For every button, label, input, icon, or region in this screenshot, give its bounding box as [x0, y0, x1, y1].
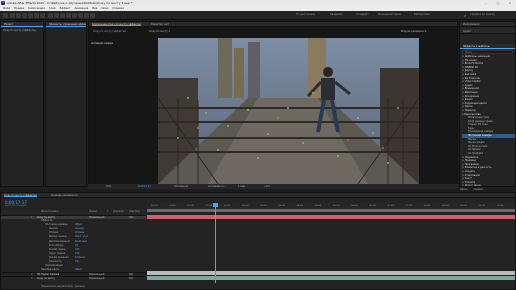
- camera-dropdown[interactable]: Активная ка...: [208, 184, 226, 189]
- info-tab[interactable]: Информация: [460, 22, 515, 27]
- playhead[interactable]: [215, 203, 216, 283]
- tools-toolbar: По умолчанию Сведения Стандарт Маленький…: [0, 11, 516, 20]
- viewer-footer: 50% 0:00:17:17 (Половина) Активная ка...…: [88, 184, 458, 189]
- composition-tabs: Композиция Хожу по мосту (эффекты) Редак…: [89, 22, 457, 27]
- comp-breadcrumb[interactable]: Хожу по мосту (эффекты): [93, 30, 126, 33]
- render-module-label: Модуль рендеринга: [401, 30, 427, 33]
- col-mode[interactable]: Режим: [89, 210, 97, 214]
- effects-presets-panel: Информация Аудио Эффекты и шаблоны Поиск…: [459, 21, 516, 187]
- layer-mode[interactable]: Нормальный: [89, 277, 104, 281]
- work-area-bar[interactable]: [147, 209, 515, 212]
- puppet-tool-icon[interactable]: [90, 13, 95, 18]
- workspace-standard[interactable]: Стандарт: [356, 13, 369, 16]
- views-dropdown[interactable]: 1 вид: [238, 184, 245, 189]
- shape-tool-icon[interactable]: [48, 13, 53, 18]
- camera-tool-icon[interactable]: [34, 13, 39, 18]
- resolution-dropdown[interactable]: (Половина): [174, 184, 188, 189]
- effects-presets-tab[interactable]: Эффекты и шаблоны: [460, 44, 515, 49]
- app-icon: Ae: [1, 1, 5, 5]
- workspace-info[interactable]: Сведения: [330, 13, 343, 16]
- timeline-comp-tab[interactable]: Хожу по мосту (эффекты): [4, 193, 37, 197]
- active-camera-label: Активная камера: [91, 42, 113, 45]
- clone-tool-icon[interactable]: [72, 13, 77, 18]
- pen-tool-icon[interactable]: [54, 13, 59, 18]
- zoom-tool-icon[interactable]: [22, 13, 27, 18]
- hand-tool-icon[interactable]: [16, 13, 21, 18]
- layer-1-bar[interactable]: [147, 215, 515, 219]
- playhead-handle[interactable]: [213, 203, 218, 207]
- audio-tab[interactable]: Аудио: [460, 29, 515, 34]
- type-tool-icon[interactable]: [60, 13, 65, 18]
- effects-search-input[interactable]: Поиск: [462, 50, 513, 54]
- comp-breadcrumb-layer[interactable]: Хожу по мосту 1: [149, 30, 170, 33]
- col-source-name[interactable]: Имя источника: [41, 210, 58, 214]
- pan-behind-tool-icon[interactable]: [40, 13, 45, 18]
- viewer-frame[interactable]: [158, 38, 419, 184]
- col-t[interactable]: T: [107, 210, 108, 214]
- zoom-dropdown[interactable]: 50%: [106, 184, 111, 189]
- col-track-matte[interactable]: Дорожка: [113, 210, 123, 214]
- effect-category[interactable]: > Шум и зерно: [462, 184, 515, 186]
- col-parent[interactable]: Родитель: [129, 210, 140, 214]
- project-panel: Проект Хожу по мосту (эффекты): [0, 21, 44, 187]
- exposure-value[interactable]: +0,0: [264, 184, 270, 189]
- search-help-field[interactable]: Справка по поиску: [470, 13, 495, 16]
- effect-controls-tab[interactable]: Элементы управления эффектами: Хожу по м…: [46, 22, 86, 27]
- home-icon[interactable]: [3, 13, 8, 18]
- eraser-tool-icon[interactable]: [78, 13, 83, 18]
- search-icon[interactable]: ⌕: [464, 13, 466, 18]
- workspace-small-screen[interactable]: Маленький экран: [378, 13, 401, 16]
- workspace-libraries[interactable]: Библиотеки: [414, 13, 430, 16]
- project-item[interactable]: Хожу по мосту (эффекты): [1, 27, 43, 34]
- timeline-panel: Хожу по мосту (эффекты) Очередь рендерин…: [0, 192, 516, 290]
- layer-number: 3: [31, 277, 33, 281]
- brush-tool-icon[interactable]: [66, 13, 71, 18]
- window-title: Adobe After Effects 2020 - D:\Рабочее и …: [7, 1, 133, 5]
- timeline-frame-count: 00473 (29.97 кадр/с): [5, 205, 27, 207]
- rotate-tool-icon[interactable]: [28, 13, 33, 18]
- layer-name[interactable]: Хожу по мосту: [37, 277, 55, 281]
- selection-tool-icon[interactable]: [10, 13, 15, 18]
- layer-list: 1 Хожу по мосту Нормальный Нет Эффекты 3D-тре…: [1, 215, 146, 285]
- viewer-timecode[interactable]: 0:00:17:17: [138, 184, 151, 189]
- effect-controls-panel: Элементы управления эффектами: Хожу по м…: [45, 21, 87, 187]
- layer-2-bar[interactable]: [147, 271, 515, 275]
- composition-tab[interactable]: Композиция Хожу по мосту (эффекты): [92, 22, 142, 26]
- layer-parent[interactable]: Нет: [129, 277, 133, 281]
- layer-tab[interactable]: Редактор: нет: [151, 22, 169, 26]
- timeline-tabs: Хожу по мосту (эффекты) Очередь рендерин…: [1, 193, 515, 198]
- timeline-footer-label[interactable]: Переключить выключатели / режимы: [41, 285, 85, 288]
- roto-tool-icon[interactable]: [84, 13, 89, 18]
- effects-list: > Шаблоны анимации > 3D-канал > Boris FX M…: [460, 55, 515, 186]
- layer-row[interactable]: 3 Хожу по мосту Нормальный Нет: [1, 276, 146, 280]
- layer-column-headers: Имя источника Режим T Дорожка Родитель: [1, 210, 146, 214]
- workspace-default[interactable]: По умолчанию: [296, 13, 315, 16]
- layer-3-bar[interactable]: [147, 276, 515, 280]
- bridge-scene-image: [158, 38, 419, 184]
- render-queue-tab[interactable]: Очередь рендеринга: [51, 193, 78, 197]
